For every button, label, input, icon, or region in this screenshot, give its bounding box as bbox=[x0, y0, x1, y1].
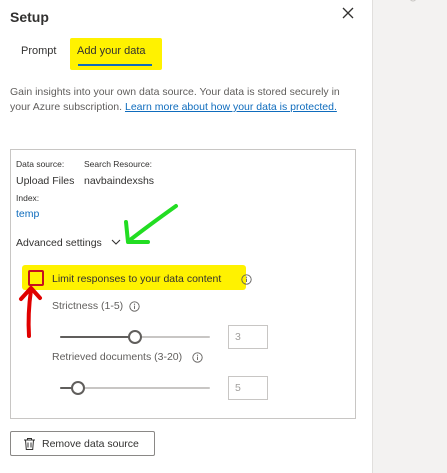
retrieved-documents-slider-thumb[interactable] bbox=[70, 381, 85, 395]
remove-data-source-label: Remove data source bbox=[42, 438, 139, 450]
remove-data-source-button[interactable]: Remove data source bbox=[10, 431, 155, 456]
right-pane bbox=[373, 0, 447, 473]
description: Gain insights into your own data source.… bbox=[10, 85, 358, 115]
search-resource-label: Search Resource: bbox=[84, 159, 153, 169]
advanced-settings-toggle[interactable]: Advanced settings bbox=[16, 237, 102, 249]
tab-add-your-data[interactable]: Add your data bbox=[70, 38, 162, 70]
panel-title: Setup bbox=[10, 9, 49, 25]
chevron-down-icon[interactable] bbox=[110, 236, 122, 248]
index-value[interactable]: temp bbox=[16, 208, 39, 220]
data-source-value: Upload Files bbox=[16, 175, 75, 187]
retrieved-documents-label: Retrieved documents (3-20) bbox=[52, 351, 183, 363]
limit-responses-checkbox[interactable] bbox=[28, 270, 44, 286]
retrieved-documents-input[interactable]: 5 bbox=[228, 376, 268, 400]
setup-panel: Setup Prompt Add your data Gain insights… bbox=[0, 0, 372, 473]
search-resource-value: navbaindexshs bbox=[84, 175, 155, 187]
tab-prompt[interactable]: Prompt bbox=[21, 45, 56, 57]
cropped-toolbar-icon bbox=[410, 0, 416, 2]
tab-add-your-data-label: Add your data bbox=[77, 45, 146, 57]
strictness-slider-fill bbox=[60, 336, 135, 338]
data-source-label: Data source: bbox=[16, 159, 65, 169]
info-icon[interactable] bbox=[241, 274, 252, 285]
info-icon[interactable] bbox=[192, 352, 203, 363]
strictness-label: Strictness (1-5) bbox=[52, 300, 124, 312]
close-icon[interactable] bbox=[339, 4, 357, 22]
strictness-slider-thumb[interactable] bbox=[128, 330, 142, 344]
strictness-input[interactable]: 3 bbox=[228, 325, 268, 349]
learn-more-link[interactable]: Learn more about how your data is protec… bbox=[125, 101, 337, 113]
tab-selected-indicator bbox=[78, 64, 152, 66]
index-label: Index: bbox=[16, 193, 40, 203]
limit-responses-label: Limit responses to your data content bbox=[52, 273, 222, 285]
trash-icon bbox=[24, 438, 35, 450]
info-icon[interactable] bbox=[129, 301, 140, 312]
